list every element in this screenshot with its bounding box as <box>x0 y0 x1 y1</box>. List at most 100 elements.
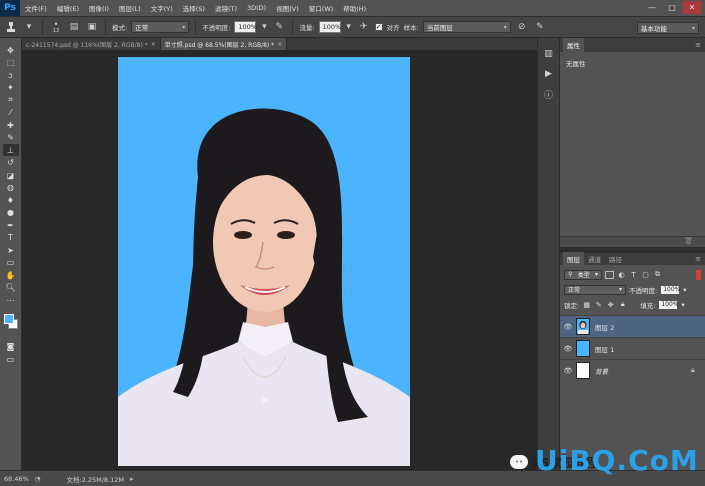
close-tab-icon[interactable]: ✕ <box>277 41 282 48</box>
menu-item-help[interactable]: 帮助(H) <box>338 3 371 13</box>
more-tools-icon[interactable]: ⋯ <box>3 294 19 306</box>
quick-mask-icon[interactable]: ◙ <box>3 341 19 353</box>
type-tool-icon[interactable]: T <box>3 232 19 244</box>
menu-item-view[interactable]: 视图(V) <box>271 3 304 13</box>
trash-icon[interactable]: 🗑︎ <box>684 237 693 247</box>
status-menu-arrow-icon[interactable]: ▸ <box>130 475 134 483</box>
layer-opacity-input[interactable]: 100% <box>660 284 680 295</box>
move-tool-icon[interactable]: ✥ <box>3 44 19 56</box>
tab-layers[interactable]: 图层 <box>563 252 584 266</box>
menu-item-select[interactable]: 选择(S) <box>178 3 210 13</box>
blur-tool-icon[interactable]: ♦ <box>3 194 19 206</box>
sample-select[interactable]: 当前图层 ▾ <box>422 21 511 33</box>
eye-icon[interactable]: 👁︎ <box>560 367 576 375</box>
clone-stamp-tool-icon[interactable]: ⊥ <box>2 144 19 156</box>
clone-stamp-tool-icon[interactable] <box>4 20 18 34</box>
chevron-down-icon: ▾ <box>618 286 622 293</box>
tab-document-2[interactable]: 单寸照.psd @ 68.5%(图层 2, RGB/8) * ✕ <box>160 38 288 50</box>
lock-position-icon[interactable]: ✥ <box>606 300 615 309</box>
layer-name: 图层 1 <box>595 345 615 354</box>
screen-mode-icon[interactable]: ▭ <box>3 353 19 365</box>
panel-menu-icon[interactable]: ≡ <box>695 41 705 49</box>
canvas-area[interactable] <box>22 50 537 470</box>
workspace-select[interactable]: 基本功能 ▾ <box>637 22 699 34</box>
tool-preset-chevron-icon[interactable]: ▾ <box>22 20 36 34</box>
mode-select[interactable]: 正常 ▾ <box>131 21 190 33</box>
eyedropper-tool-icon[interactable]: ⁄ <box>3 107 19 119</box>
lock-pixels-icon[interactable]: ✎ <box>594 300 603 309</box>
clone-source-panel-icon[interactable]: ▣ <box>85 20 99 34</box>
eye-icon[interactable]: 👁︎ <box>560 345 576 353</box>
eye-icon[interactable]: 👁︎ <box>560 323 576 331</box>
filter-pixel-icon[interactable] <box>605 270 614 279</box>
tab-paths[interactable]: 路径 <box>605 252 626 266</box>
actions-panel-icon[interactable]: ▶ <box>541 66 557 82</box>
shape-tool-icon[interactable]: ▭ <box>3 257 19 269</box>
close-tab-icon[interactable]: ✕ <box>151 41 156 48</box>
menu-item-3d[interactable]: 3D(D) <box>242 4 271 12</box>
crop-tool-icon[interactable]: ⌗ <box>3 94 19 106</box>
menu-item-filter[interactable]: 滤镜(T) <box>210 3 242 13</box>
filter-type-select[interactable]: ⚲ 类型 ▾ <box>564 269 602 280</box>
filter-adjustment-icon[interactable]: ◐ <box>617 270 626 279</box>
tab-document-1[interactable]: c-2411574.psd @ 116%(图层 2, RGB/8) * ✕ <box>22 38 161 50</box>
spot-healing-tool-icon[interactable]: ✚ <box>3 119 19 131</box>
history-panel-icon[interactable]: ▥ <box>541 46 557 62</box>
filter-smart-object-icon[interactable]: ⧉ <box>653 270 662 279</box>
marquee-tool-icon[interactable]: ⬚ <box>3 57 19 69</box>
airbrush-icon[interactable]: ✈ <box>357 20 371 34</box>
lock-all-icon[interactable]: 🔒︎ <box>618 300 627 309</box>
info-panel-icon[interactable]: ⓘ <box>541 86 557 102</box>
tab-properties[interactable]: 属性 <box>563 38 584 52</box>
paint-bucket-tool-icon[interactable]: ◍ <box>3 182 19 194</box>
quick-selection-tool-icon[interactable]: ✦ <box>3 82 19 94</box>
pressure-opacity-icon[interactable]: ✎ <box>272 20 286 34</box>
pen-tool-icon[interactable]: ✒ <box>3 219 19 231</box>
fill-input[interactable]: 100% <box>658 299 679 310</box>
menu-item-window[interactable]: 窗口(W) <box>304 3 339 13</box>
opacity-slider-chevron-icon[interactable]: ▾ <box>260 20 268 34</box>
aligned-checkbox[interactable]: ✓ <box>374 23 383 31</box>
opacity-input[interactable]: 100% <box>234 21 257 33</box>
layer-row-layer-1[interactable]: 👁︎ 图层 1 <box>560 337 705 359</box>
fill-chevron-icon[interactable]: ▾ <box>681 301 684 309</box>
foreground-color-swatch[interactable] <box>3 313 14 324</box>
restore-button[interactable]: □ <box>663 1 681 14</box>
portrait-photo[interactable] <box>118 57 410 466</box>
tab-channels[interactable]: 通道 <box>584 252 605 266</box>
opacity-chevron-icon[interactable]: ▾ <box>683 286 686 294</box>
filter-shape-icon[interactable]: ▢ <box>641 270 650 279</box>
zoom-level[interactable]: 68.46% <box>4 475 29 483</box>
brush-panel-toggle-icon[interactable]: ▤ <box>67 20 81 34</box>
lock-transparent-icon[interactable]: ▦ <box>582 300 591 309</box>
hand-tool-icon[interactable]: ✋ <box>3 269 19 281</box>
minimize-button[interactable]: — <box>643 1 661 14</box>
pressure-size-icon[interactable]: ✎ <box>533 20 547 34</box>
blend-row: 正常 ▾ 不透明度: 100% ▾ <box>560 282 705 297</box>
close-button[interactable]: ✕ <box>683 1 701 14</box>
brush-tool-icon[interactable]: ✎ <box>3 132 19 144</box>
path-selection-tool-icon[interactable]: ➤ <box>3 244 19 256</box>
panel-menu-icon[interactable]: ≡ <box>695 255 705 263</box>
menu-item-file[interactable]: 文件(F) <box>20 3 52 13</box>
eraser-tool-icon[interactable]: ◪ <box>3 169 19 181</box>
lock-label: 锁定: <box>564 301 580 310</box>
filter-type-icon[interactable]: T <box>629 270 638 279</box>
blend-mode-select[interactable]: 正常 ▾ <box>564 284 626 295</box>
menu-item-image[interactable]: 图像(I) <box>84 3 114 13</box>
layer-row-layer-2[interactable]: 👁︎ 图层 2 <box>560 315 705 337</box>
share-icon[interactable]: ◔ <box>35 475 41 483</box>
dodge-tool-icon[interactable]: ● <box>3 207 19 219</box>
flow-input[interactable]: 100% <box>318 21 341 33</box>
menu-item-type[interactable]: 文字(Y) <box>146 3 178 13</box>
brush-size-picker[interactable]: • 13 <box>49 20 63 34</box>
history-brush-tool-icon[interactable]: ↺ <box>3 157 19 169</box>
menu-item-layer[interactable]: 图层(L) <box>114 3 146 13</box>
filter-toggle[interactable] <box>696 269 701 280</box>
menu-item-edit[interactable]: 编辑(E) <box>52 3 84 13</box>
layer-row-background[interactable]: 👁︎ 背景 🔒︎ <box>560 359 705 381</box>
zoom-tool-icon[interactable]: 🔍︎ <box>3 282 19 294</box>
ignore-adjustment-layers-icon[interactable]: ⊘ <box>515 20 529 34</box>
flow-slider-chevron-icon[interactable]: ▾ <box>345 20 353 34</box>
lasso-tool-icon[interactable]: ↄ <box>3 69 19 81</box>
